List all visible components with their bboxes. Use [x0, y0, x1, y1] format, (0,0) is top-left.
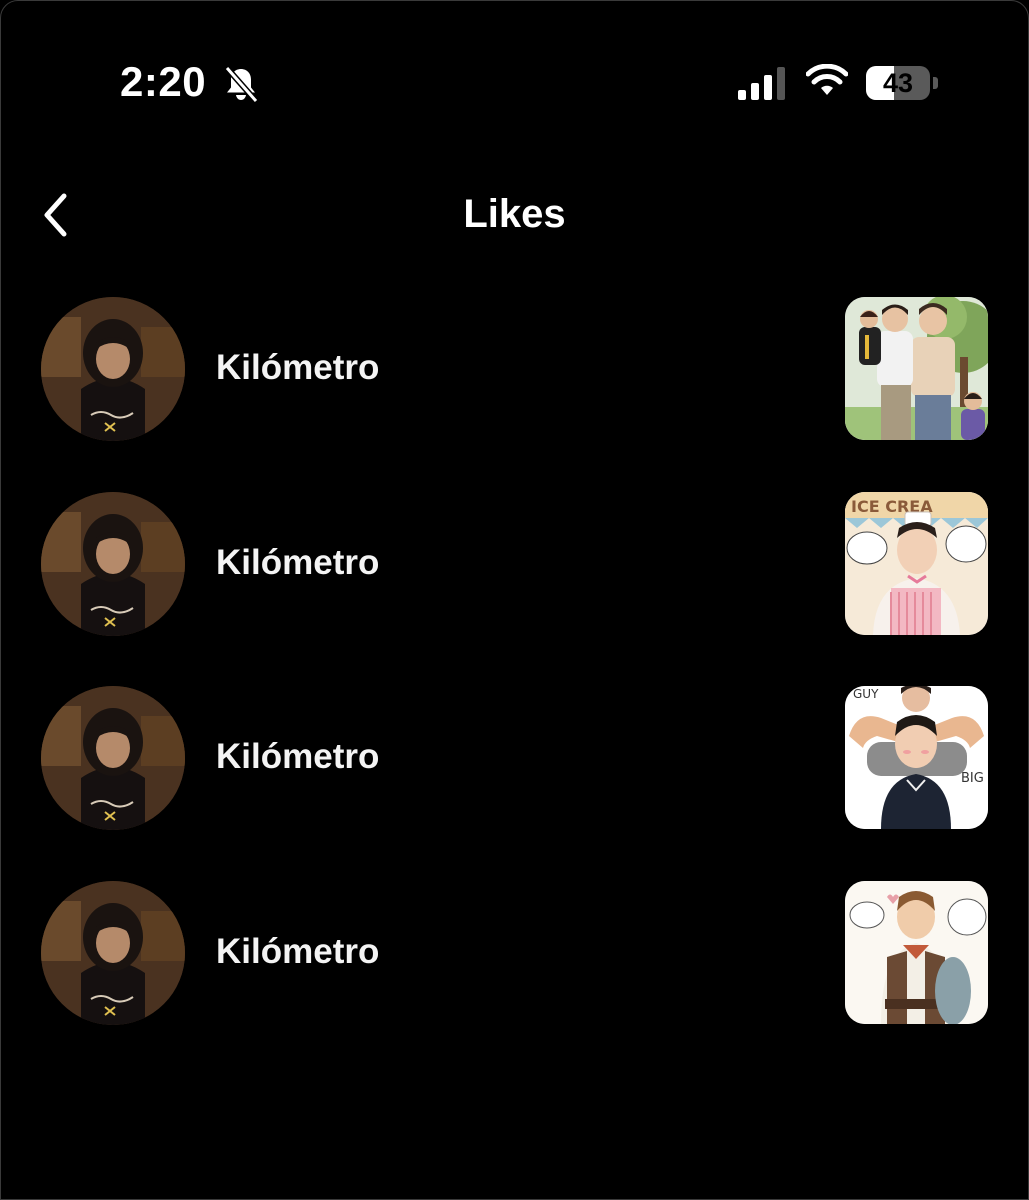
username[interactable]: Kilómetro	[216, 932, 379, 972]
post-thumbnail[interactable]: ICE CREA	[845, 491, 988, 635]
cellular-signal-icon	[738, 67, 785, 100]
list-item[interactable]: Kilómetro ICE CREA	[0, 491, 1029, 686]
status-time: 2:20	[120, 58, 207, 105]
header: Likes	[0, 170, 1029, 260]
likes-list: Kilómetro Kilómetro ICE CREA Kilómetro G…	[0, 296, 1029, 1074]
avatar[interactable]	[41, 297, 185, 441]
username[interactable]: Kilómetro	[216, 543, 379, 583]
wifi-icon	[806, 64, 848, 95]
status-bar: 2:20 43	[0, 0, 1029, 140]
avatar[interactable]	[41, 491, 185, 636]
post-thumbnail[interactable]	[845, 880, 988, 1024]
username[interactable]: Kilómetro	[216, 737, 379, 777]
list-item[interactable]: Kilómetro GUY BIG GUY	[0, 685, 1029, 880]
list-item[interactable]: Kilómetro	[0, 880, 1029, 1075]
battery-percentage: 43	[882, 68, 914, 98]
avatar[interactable]	[41, 880, 185, 1025]
post-thumbnail[interactable]: GUY BIG GUY	[845, 686, 988, 829]
username[interactable]: Kilómetro	[216, 348, 379, 388]
caption-right-text: BIG GUY	[961, 771, 988, 786]
post-thumbnail[interactable]	[845, 297, 988, 440]
list-item[interactable]: Kilómetro	[0, 296, 1029, 491]
caption-top-text: GUY	[853, 687, 879, 701]
bell-slash-icon	[224, 66, 259, 103]
page-title: Likes	[463, 192, 566, 236]
battery-icon: 43	[866, 66, 940, 102]
avatar[interactable]	[41, 686, 185, 830]
